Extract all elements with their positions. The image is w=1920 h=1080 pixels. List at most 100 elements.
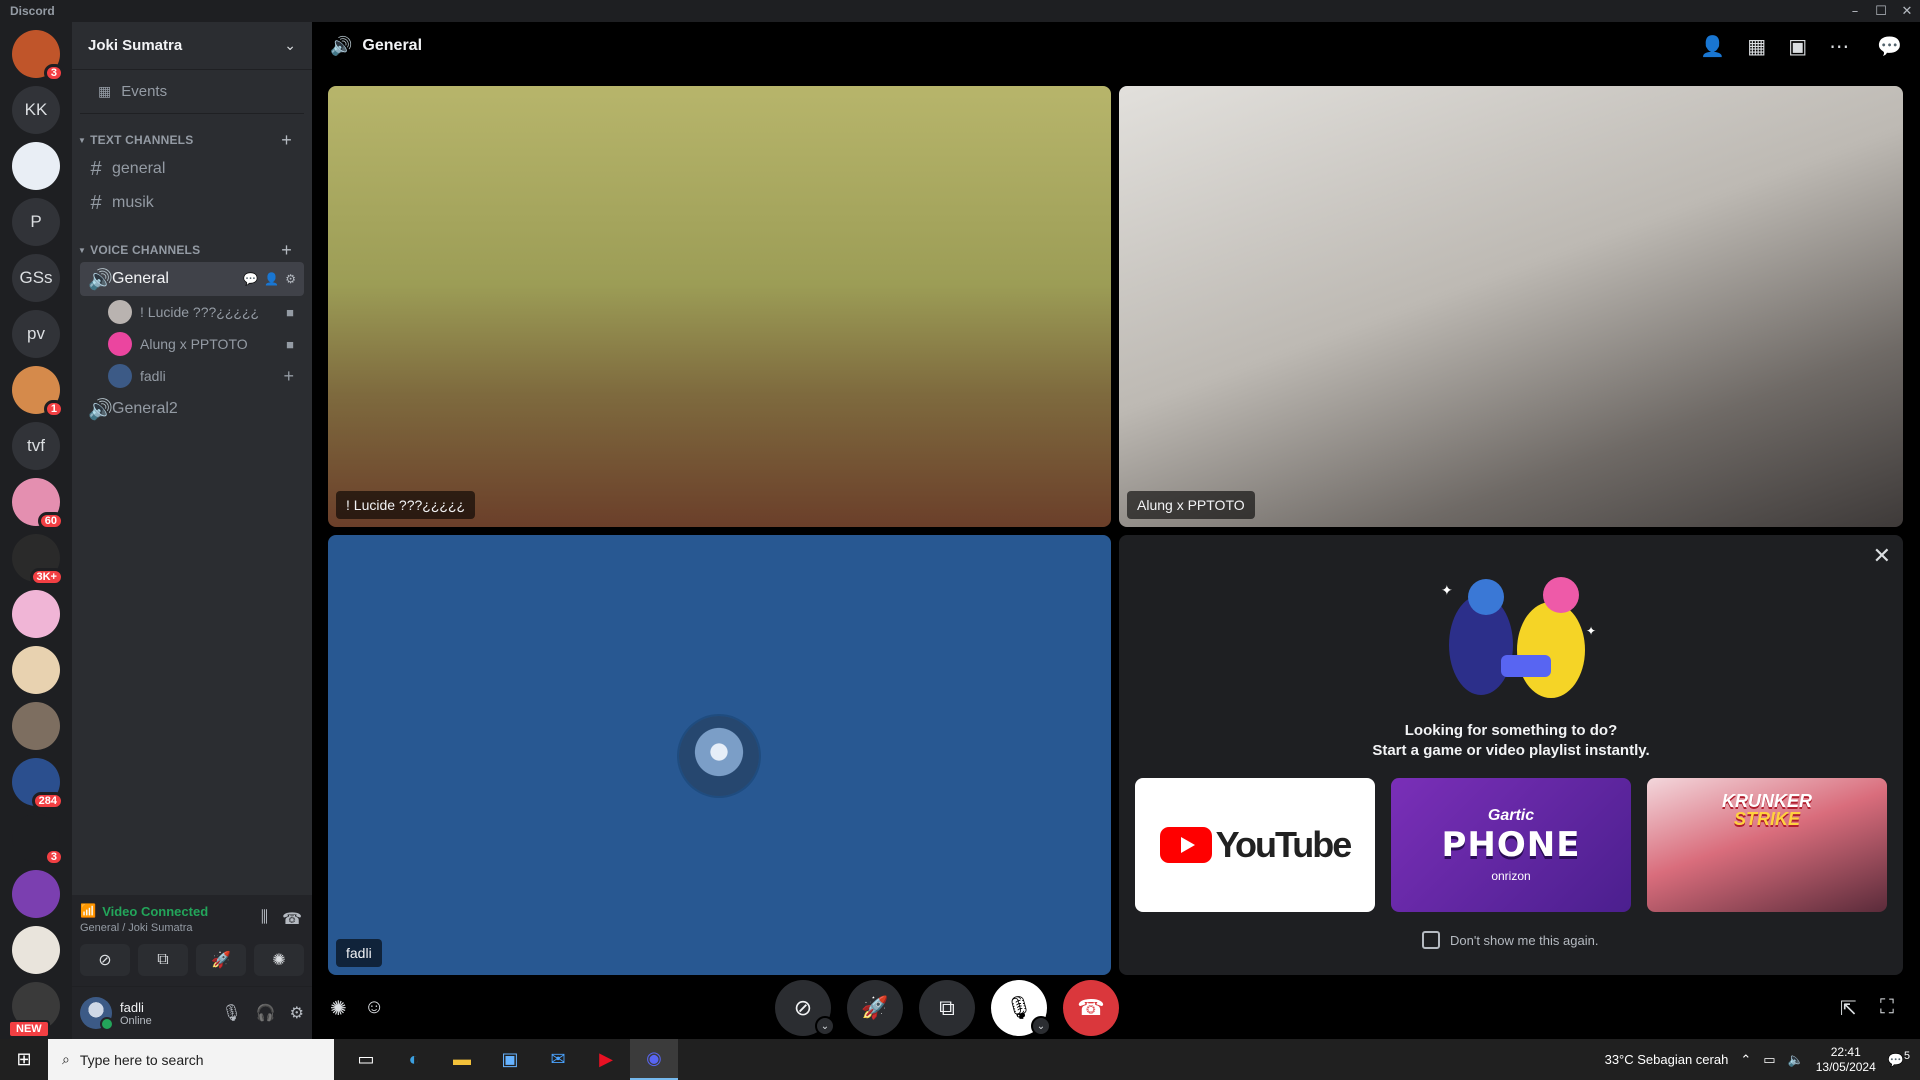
close-icon[interactable]: ✕ [1873,543,1891,569]
gartic-phone-activity-card[interactable]: Gartic PHONE onrizon [1391,778,1631,912]
server-icon[interactable]: 1 [12,366,64,418]
network-icon[interactable]: ▭ [1763,1052,1775,1068]
dont-show-again-option[interactable]: Don't show me this again. [1422,931,1598,949]
noise-suppression-icon[interactable]: ⫼ [261,909,268,929]
channel-sidebar: Joki Sumatra ⌄ ▦ Events ▼ TEXT CHANNELS … [72,22,312,1039]
events-item[interactable]: ▦ Events [80,70,304,114]
server-icon[interactable] [12,590,60,638]
camera-off-button[interactable]: ⊘ [80,944,130,976]
server-icon[interactable] [12,142,60,190]
channel-musik[interactable]: # musik [80,186,304,220]
windows-start-icon[interactable]: ⊞ [0,1039,48,1080]
participant-name: fadli [336,939,382,967]
krunker-subtitle: STRIKE [1733,809,1800,829]
discord-taskbar-icon[interactable]: ◉ [630,1039,678,1080]
media-app-icon[interactable]: ▶ [582,1039,630,1080]
minimize-icon[interactable]: – [1842,0,1868,22]
voice-channels-category[interactable]: ▼ VOICE CHANNELS + [72,238,312,262]
task-view-icon[interactable]: ▭ [342,1039,390,1080]
server-icon[interactable]: NEW [8,982,60,1038]
server-icon[interactable]: 3 [12,814,64,866]
headphones-icon[interactable]: 🎧 [256,1003,276,1023]
activities-button[interactable]: 🚀 [847,980,903,1036]
add-friend-icon[interactable]: 👤 [1700,34,1725,59]
popout-icon[interactable]: ⇱ [1840,996,1857,1021]
user-info[interactable]: fadli Online [120,1000,152,1027]
video-tile-fadli[interactable]: fadli [328,535,1111,975]
clock[interactable]: 22:41 13/05/2024 [1816,1045,1876,1075]
add-member-icon[interactable]: 👤 [264,272,279,286]
checkbox[interactable] [1422,931,1440,949]
server-icon[interactable]: tvf [12,422,60,470]
close-window-icon[interactable]: ✕ [1894,0,1920,22]
avatar [108,332,132,356]
youtube-activity-card[interactable]: YouTube [1135,778,1375,912]
mute-button[interactable]: 🎙 ⌄ [991,980,1051,1036]
search-icon: ⌕ [62,1051,70,1067]
server-icon[interactable]: KK [12,86,60,134]
video-tile-lucide[interactable]: ! Lucide ???¿¿¿¿¿ [328,86,1111,527]
channel-general[interactable]: # general [80,152,304,186]
system-tray: 33°C Sebagian cerah ⌃ ▭ 🔈 22:41 13/05/20… [1605,1045,1920,1075]
gear-icon[interactable]: ⚙ [285,272,296,286]
voice-member[interactable]: ! Lucide ???¿¿¿¿¿ ■ [108,296,304,328]
server-initials: P [30,212,42,231]
add-channel-icon[interactable]: + [281,240,292,261]
camera-toggle-button[interactable]: ⊘ ⌄ [775,980,835,1036]
activity-button[interactable]: 🚀 [196,944,246,976]
disconnect-button[interactable]: ☎ [1063,980,1119,1036]
fullscreen-icon[interactable]: ⛶ [1880,996,1894,1019]
voice-member[interactable]: fadli + [108,360,304,392]
disconnect-icon[interactable]: ☎ [282,909,302,929]
gear-icon[interactable]: ⚙ [290,1003,304,1023]
server-icon[interactable] [12,870,60,918]
krunker-strike-activity-card[interactable]: KRUNKER STRIKE [1647,778,1887,912]
server-icon[interactable] [12,926,60,974]
krunker-title: KRUNKER [1722,791,1812,811]
grid-layout-icon[interactable]: ▦ [1747,34,1766,59]
video-tile-alung[interactable]: Alung x PPTOTO [1119,86,1903,527]
file-explorer-icon[interactable]: ▬ [438,1039,486,1080]
tray-overflow-icon[interactable]: ⌃ [1740,1052,1751,1068]
voice-channel-general2[interactable]: 🔊 General2 [80,392,304,426]
server-header[interactable]: Joki Sumatra ⌄ [72,22,312,70]
chat-icon[interactable]: 💬 [1877,34,1902,59]
text-channels-category[interactable]: ▼ TEXT CHANNELS + [72,128,312,152]
activity-illustration: ✦ ✦ [1441,577,1596,698]
voice-member[interactable]: Alung x PPTOTO ■ [108,328,304,360]
server-icon[interactable]: pv [12,310,60,358]
maximize-icon[interactable]: ☐ [1868,0,1894,22]
screen-share-icon: ⧉ [939,995,955,1020]
microphone-icon[interactable]: 🎙 [221,1003,241,1023]
more-icon[interactable]: ⋯ [1829,34,1849,59]
server-icon[interactable]: P [12,198,60,246]
server-icon[interactable] [12,702,60,750]
share-screen-button[interactable]: ⧉ [919,980,975,1036]
weather-widget[interactable]: 33°C Sebagian cerah [1605,1052,1729,1067]
notification-icon[interactable]: 💬5 [1888,1050,1910,1068]
server-icon[interactable]: 3K+ [12,534,64,586]
server-icon[interactable]: 60 [12,478,64,530]
mail-icon[interactable]: ✉ [534,1039,582,1080]
popout-icon[interactable]: ▣ [1788,34,1807,59]
emoji-icon[interactable]: ☺ [364,996,384,1019]
soundboard-button[interactable]: ✺ [254,944,304,976]
avatar[interactable] [80,997,114,1031]
chevron-down-icon[interactable]: ⌄ [815,1016,835,1036]
volume-icon[interactable]: 🔈 [1788,1052,1804,1068]
server-icon[interactable]: 284 [12,758,64,810]
server-icon[interactable]: GSs [12,254,60,302]
store-icon[interactable]: ▣ [486,1039,534,1080]
edge-icon[interactable]: ◐ [390,1039,438,1080]
voice-channel-general[interactable]: 🔊 General 💬 👤 ⚙ [80,262,304,296]
server-icon[interactable] [12,646,60,694]
chat-bubble-icon[interactable]: 💬 [243,272,258,286]
server-icon[interactable]: 3 [12,30,64,82]
soundboard-icon[interactable]: ✺ [330,996,347,1021]
chevron-down-icon[interactable]: ⌄ [1031,1016,1051,1036]
add-icon[interactable]: + [283,366,294,387]
avatar [679,716,759,796]
taskbar-search[interactable]: ⌕ Type here to search [48,1039,334,1080]
screen-share-button[interactable]: ⧉ [138,944,188,976]
add-channel-icon[interactable]: + [281,130,292,151]
